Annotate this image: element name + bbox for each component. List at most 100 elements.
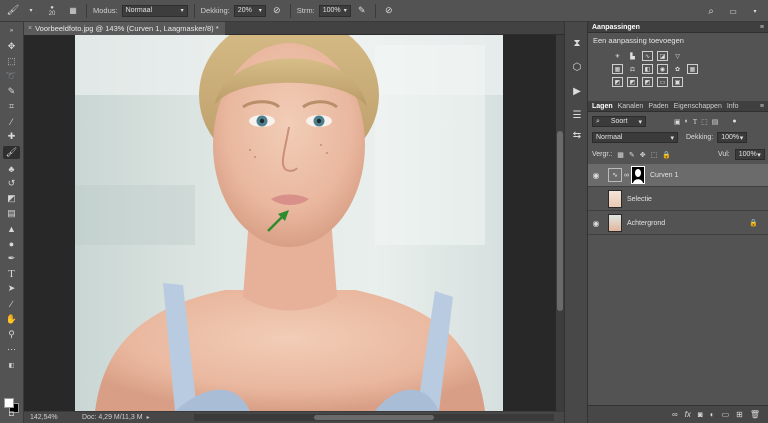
add-mask-icon[interactable]: ◙ xyxy=(698,410,703,419)
layer-row-curves[interactable]: ◉ ∿ ∞ Curven 1 xyxy=(588,164,768,187)
filter-pixel-icon[interactable]: ▣ xyxy=(674,118,681,126)
eraser-tool-icon[interactable]: ◩ xyxy=(3,192,20,205)
workspace-icon[interactable]: ▭ xyxy=(726,4,740,18)
adjustment-layer-icon[interactable]: ◐ xyxy=(710,410,715,419)
brush-tool-icon[interactable]: 🖌 xyxy=(3,146,20,159)
history-brush-tool-icon[interactable]: ↺ xyxy=(3,177,20,190)
selective-color-icon[interactable]: ▣ xyxy=(672,77,683,87)
filter-shape-icon[interactable]: ⬚ xyxy=(701,118,708,126)
healing-brush-tool-icon[interactable]: ✚ xyxy=(3,130,20,143)
zoom-level[interactable]: 142,54% xyxy=(30,414,74,421)
collapse-toolbar-icon[interactable]: » xyxy=(3,24,20,37)
brush-panel-toggle-icon[interactable]: ▦ xyxy=(66,4,80,18)
photo-filter-icon[interactable]: ◉ xyxy=(657,64,668,74)
eyedropper-tool-icon[interactable]: ⁄ xyxy=(3,115,20,128)
vibrance-icon[interactable]: ▽ xyxy=(672,51,683,61)
curves-icon[interactable]: ∿ xyxy=(642,51,653,61)
filter-toggle-icon[interactable]: ● xyxy=(732,118,736,125)
pen-tool-icon[interactable]: ✒ xyxy=(3,252,20,265)
tab-paths[interactable]: Paden xyxy=(648,103,668,110)
line-tool-icon[interactable]: ∕ xyxy=(3,297,20,310)
lock-pixels-icon[interactable]: ✎ xyxy=(629,151,635,159)
type-tool-icon[interactable]: T xyxy=(3,267,20,280)
vertical-scroll-thumb[interactable] xyxy=(557,131,563,311)
channel-mixer-icon[interactable]: ✿ xyxy=(672,64,683,74)
invert-icon[interactable]: ◩ xyxy=(612,77,623,87)
fx-icon[interactable]: fx xyxy=(685,410,691,419)
layer-row-achtergrond[interactable]: ◉ Achtergrond 🔒 xyxy=(588,212,768,235)
blur-tool-icon[interactable]: ▲ xyxy=(3,222,20,235)
filter-adjustment-icon[interactable]: ◐ xyxy=(685,118,689,125)
layer-row-selectie[interactable]: Selectie xyxy=(588,188,768,211)
adjustments-panel-header[interactable]: Aanpassingen ≡ xyxy=(588,22,768,33)
actions-panel-icon[interactable]: ▶ xyxy=(570,84,584,98)
fill-field[interactable]: 100% ▾ xyxy=(734,149,765,160)
default-colors-icon[interactable]: ◧ xyxy=(3,359,20,372)
lock-all-icon[interactable]: 🔒 xyxy=(662,151,671,159)
properties-panel-icon[interactable]: ⇆ xyxy=(570,128,584,142)
opacity-field[interactable]: 20% ▾ xyxy=(233,4,266,17)
color-balance-icon[interactable]: ⚖ xyxy=(627,64,638,74)
path-selection-tool-icon[interactable]: ➤ xyxy=(3,282,20,295)
link-layers-icon[interactable]: ∞ xyxy=(672,410,678,419)
layer-mask-thumbnail[interactable] xyxy=(631,166,645,184)
link-icon[interactable]: ∞ xyxy=(624,172,629,179)
3d-panel-icon[interactable]: ⬡ xyxy=(570,60,584,74)
search-icon[interactable]: ⌕ xyxy=(704,4,718,18)
pressure-opacity-icon[interactable]: ⊘ xyxy=(270,4,284,18)
new-layer-icon[interactable]: ⊞ xyxy=(736,410,743,419)
brush-settings-icon[interactable]: ☰ xyxy=(570,108,584,122)
layer-name[interactable]: Selectie xyxy=(627,196,652,203)
tab-channels[interactable]: Kanalen xyxy=(618,103,644,110)
document-tab[interactable]: × Voorbeeldfoto.jpg @ 143% (Curven 1, La… xyxy=(24,22,225,35)
tab-info[interactable]: Info xyxy=(727,103,739,110)
brush-tool-icon[interactable]: 🖌 xyxy=(6,4,20,18)
close-icon[interactable]: × xyxy=(28,25,32,32)
zoom-tool-icon[interactable]: ⚲ xyxy=(3,328,20,341)
black-white-icon[interactable]: ◧ xyxy=(642,64,653,74)
dropdown-arrow-icon[interactable]: ▾ xyxy=(24,4,38,18)
panel-menu-icon[interactable]: ≡ xyxy=(760,24,764,31)
lock-transparent-icon[interactable]: ▦ xyxy=(617,151,624,159)
marquee-tool-icon[interactable]: ⬚ xyxy=(3,55,20,68)
tab-properties[interactable]: Eigenschappen xyxy=(674,103,722,110)
canvas-area[interactable] xyxy=(24,35,556,411)
brightness-icon[interactable]: ☀ xyxy=(612,51,623,61)
trash-icon[interactable]: 🗑 xyxy=(750,410,760,419)
brush-preset-picker[interactable]: ● 20 xyxy=(42,5,62,17)
eye-icon[interactable]: ◉ xyxy=(588,171,604,180)
dodge-tool-icon[interactable]: ● xyxy=(3,237,20,250)
gradient-map-icon[interactable]: ▭ xyxy=(657,77,668,87)
history-panel-icon[interactable]: ⧗ xyxy=(570,36,584,50)
panel-menu-icon[interactable]: ≡ xyxy=(760,103,764,110)
levels-icon[interactable]: ▙ xyxy=(627,51,638,61)
gradient-tool-icon[interactable]: ▤ xyxy=(3,207,20,220)
blend-mode-select[interactable]: Normaal ▾ xyxy=(592,132,678,143)
quick-selection-tool-icon[interactable]: ✎ xyxy=(3,85,20,98)
layer-filter-select[interactable]: ⌕ Soort ▾ xyxy=(592,116,646,127)
color-lookup-icon[interactable]: ▦ xyxy=(687,64,698,74)
lock-artboard-icon[interactable]: ⬚ xyxy=(651,151,658,159)
mode-select[interactable]: Normaal ▾ xyxy=(121,4,188,17)
horizontal-scroll-thumb[interactable] xyxy=(314,415,434,420)
crop-tool-icon[interactable]: ⌗ xyxy=(3,100,20,113)
hue-saturation-icon[interactable]: ▦ xyxy=(612,64,623,74)
lasso-tool-icon[interactable]: ➰ xyxy=(3,70,20,83)
posterize-icon[interactable]: ◩ xyxy=(627,77,638,87)
flow-field[interactable]: 100% ▾ xyxy=(318,4,351,17)
quick-mask-icon[interactable]: ◘ xyxy=(3,407,20,420)
horizontal-scrollbar[interactable] xyxy=(194,414,554,421)
new-group-icon[interactable]: ▭ xyxy=(722,410,730,419)
move-tool-icon[interactable]: ✥ xyxy=(3,40,20,53)
pressure-size-icon[interactable]: ⊘ xyxy=(382,4,396,18)
exposure-icon[interactable]: ◪ xyxy=(657,51,668,61)
layer-thumbnail[interactable] xyxy=(608,190,622,208)
clone-stamp-tool-icon[interactable]: ♣ xyxy=(3,162,20,175)
more-tools-icon[interactable]: ⋯ xyxy=(3,343,20,356)
layer-name[interactable]: Curven 1 xyxy=(650,172,678,179)
eye-icon[interactable]: ◉ xyxy=(588,219,604,228)
filter-type-icon[interactable]: T xyxy=(693,118,697,126)
hand-tool-icon[interactable]: ✋ xyxy=(3,313,20,326)
layer-opacity-field[interactable]: 100% ▾ xyxy=(717,132,748,143)
status-arrow-icon[interactable]: ▸ xyxy=(147,414,150,421)
